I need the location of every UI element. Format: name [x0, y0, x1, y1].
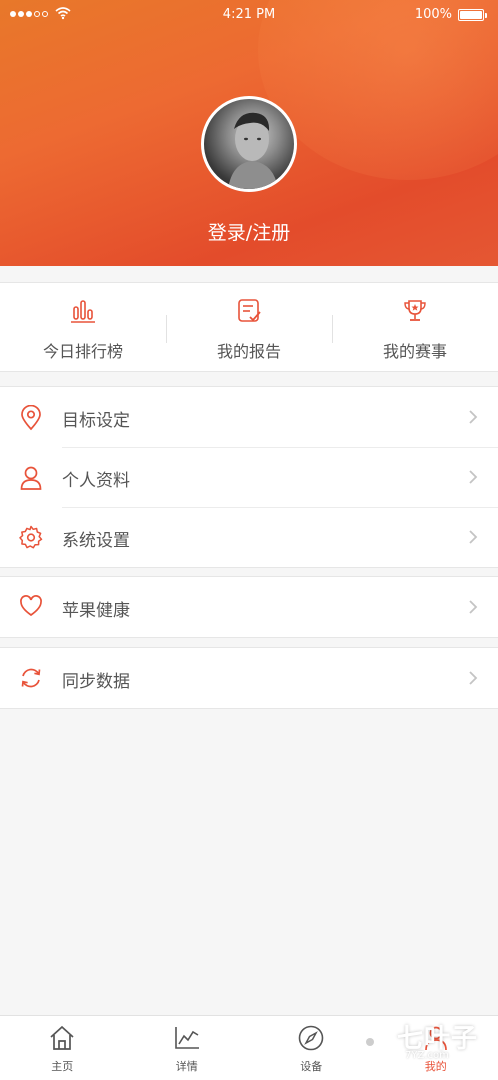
- user-icon: [20, 466, 42, 490]
- quick-link-label: 我的报告: [216, 342, 281, 361]
- tab-mine[interactable]: 我的: [374, 1016, 498, 1080]
- quick-link-label: 我的赛事: [382, 342, 447, 361]
- chevron-right-icon: [469, 600, 478, 614]
- compass-icon: [298, 1025, 324, 1051]
- menu-item-label: 同步数据: [62, 672, 130, 692]
- login-register-link[interactable]: 登录/注册: [0, 218, 498, 245]
- tab-details[interactable]: 详情: [125, 1016, 250, 1080]
- tab-label: 详情: [175, 1060, 198, 1073]
- tab-label: 我的: [424, 1060, 447, 1073]
- menu-item-profile[interactable]: 个人资料: [0, 447, 498, 507]
- location-pin-icon: [21, 405, 41, 431]
- menu-item-label: 苹果健康: [62, 601, 130, 621]
- tab-label: 主页: [51, 1060, 74, 1073]
- bottom-tab-bar: 主页 详情 设备 我的: [0, 1015, 498, 1080]
- quick-link-my-report[interactable]: 我的报告: [166, 283, 332, 371]
- chevron-right-icon: [469, 530, 478, 544]
- avatar[interactable]: [201, 96, 297, 192]
- quick-access-bar: 今日排行榜 我的报告 我的赛事: [0, 282, 498, 372]
- sync-menu-group: 同步数据: [0, 647, 498, 709]
- menu-item-apple-health[interactable]: 苹果健康: [0, 577, 498, 637]
- home-icon: [50, 1025, 74, 1050]
- menu-item-system-settings[interactable]: 系统设置: [0, 507, 498, 567]
- battery-percent: 100%: [414, 7, 452, 22]
- health-menu-group: 苹果健康: [0, 576, 498, 638]
- chevron-right-icon: [469, 410, 478, 424]
- trophy-icon: [404, 300, 426, 321]
- gear-icon: [19, 525, 43, 549]
- line-chart-icon: [174, 1027, 199, 1049]
- chevron-right-icon: [469, 470, 478, 484]
- report-icon: [238, 299, 261, 322]
- battery-icon: [458, 9, 487, 21]
- tab-home[interactable]: 主页: [0, 1016, 125, 1080]
- tab-label: 设备: [300, 1060, 323, 1073]
- tab-devices[interactable]: 设备: [249, 1016, 374, 1080]
- menu-item-label: 个人资料: [62, 471, 130, 491]
- status-bar: 4:21 PM 100%: [0, 0, 498, 30]
- avatar-portrait: [228, 112, 278, 189]
- menu-item-label: 系统设置: [62, 531, 130, 551]
- profile-icon: [424, 1026, 447, 1051]
- profile-header: 4:21 PM 100% 登录/注册: [0, 0, 498, 266]
- quick-link-label: 今日排行榜: [42, 342, 123, 361]
- quick-link-daily-ranking[interactable]: 今日排行榜: [0, 283, 166, 371]
- menu-item-sync-data[interactable]: 同步数据: [0, 648, 498, 708]
- menu-item-goal-setting[interactable]: 目标设定: [0, 387, 498, 447]
- chevron-right-icon: [469, 671, 478, 685]
- sync-icon: [21, 668, 41, 688]
- menu-item-label: 目标设定: [62, 411, 130, 431]
- quick-link-my-events[interactable]: 我的赛事: [332, 283, 498, 371]
- heart-icon: [20, 595, 42, 617]
- settings-menu-group: 目标设定 个人资料 系统设置: [0, 386, 498, 568]
- bar-chart-icon: [71, 300, 95, 323]
